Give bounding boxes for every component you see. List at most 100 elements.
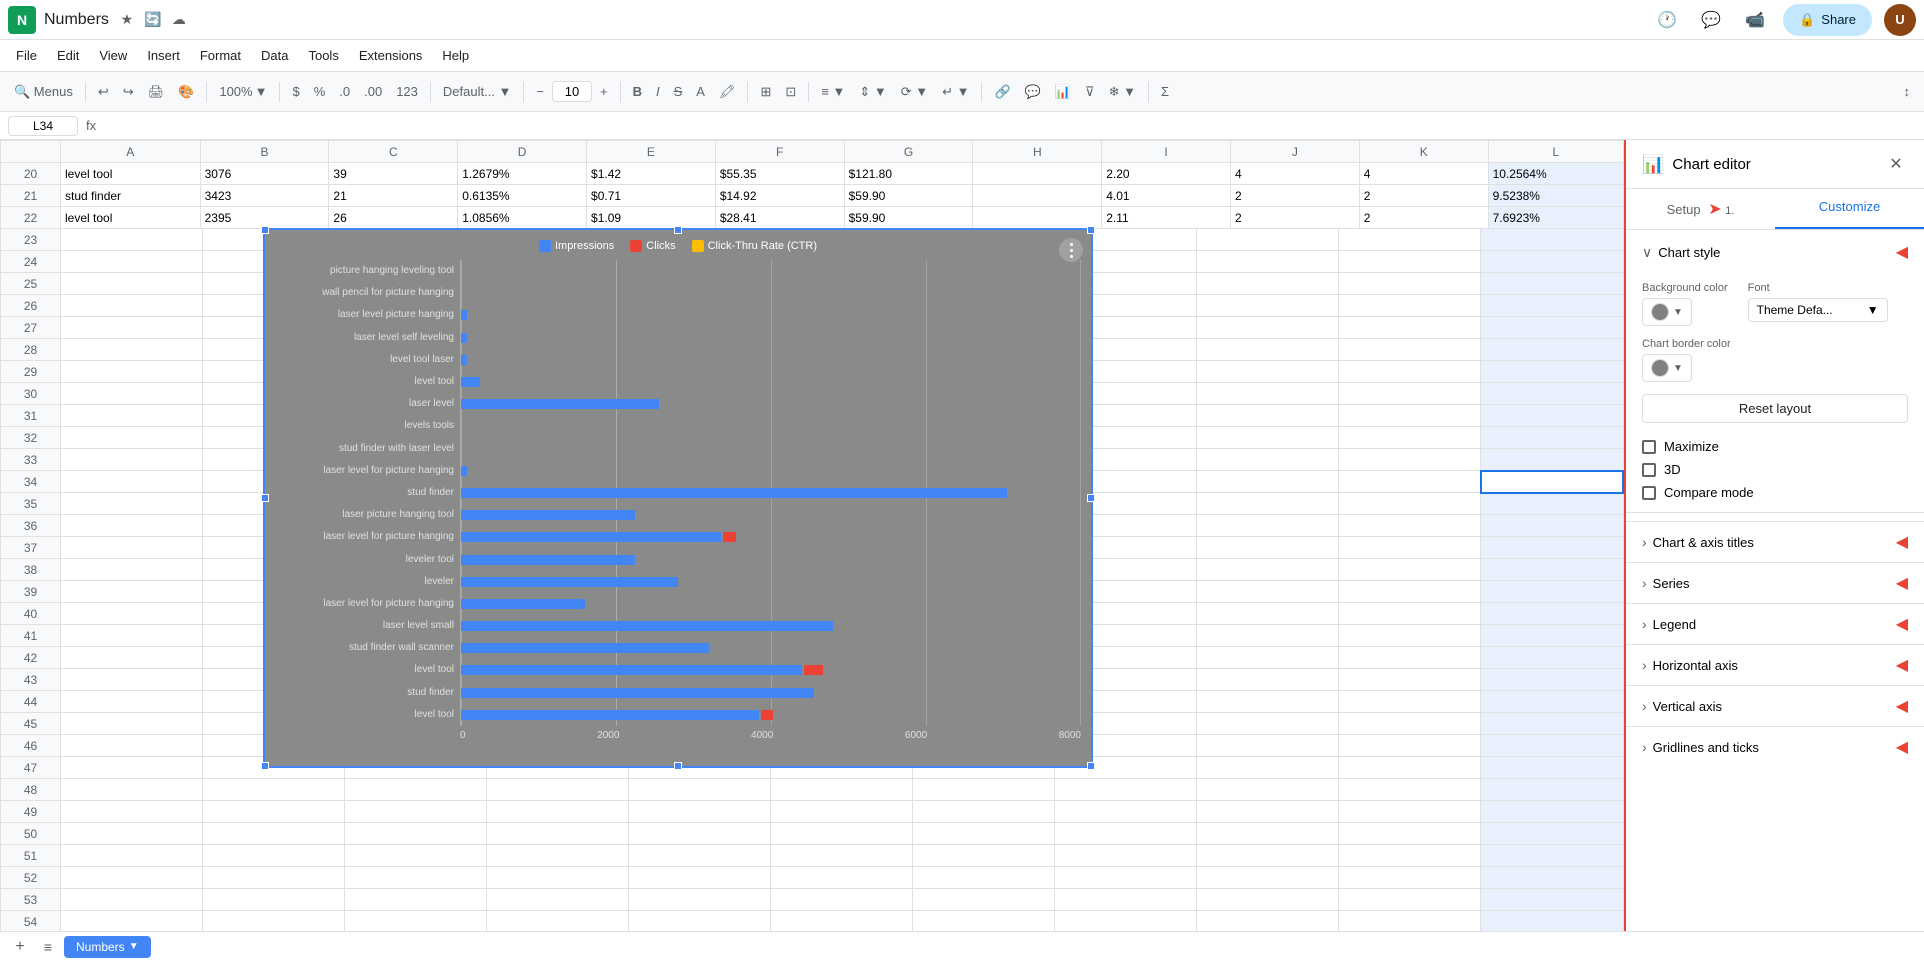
chart-more-button[interactable]: [1059, 238, 1083, 262]
star-icon[interactable]: ★: [117, 10, 137, 30]
menu-help[interactable]: Help: [434, 44, 477, 67]
hide-controls-button[interactable]: ↕: [1898, 80, 1917, 103]
col-header-G[interactable]: G: [844, 141, 973, 163]
link-button[interactable]: 🔗: [988, 80, 1016, 104]
chart-border-color-button[interactable]: ▼: [1642, 354, 1692, 382]
gridlines-ticks-section[interactable]: › Gridlines and ticks ◀: [1626, 726, 1924, 767]
history-icon[interactable]: 🔄: [143, 10, 163, 30]
legend-section[interactable]: › Legend ◀: [1626, 603, 1924, 644]
bg-color-button[interactable]: ▼: [1642, 298, 1692, 326]
chart-style-header[interactable]: ∨ Chart style ◀: [1642, 242, 1908, 262]
menu-view[interactable]: View: [91, 44, 135, 67]
avatar[interactable]: U: [1884, 4, 1916, 36]
tab-setup[interactable]: Setup ➤ 1.: [1626, 189, 1775, 229]
text-rotate-button[interactable]: ⟳ ▼: [895, 80, 934, 104]
resize-handle-bm[interactable]: [674, 762, 682, 770]
sheet-tab-numbers[interactable]: Numbers ▼: [64, 936, 151, 958]
video-icon[interactable]: 📹: [1739, 4, 1771, 36]
font-size-input[interactable]: 10: [552, 81, 592, 102]
filter-button[interactable]: ⊽: [1079, 80, 1101, 104]
menu-insert[interactable]: Insert: [139, 44, 188, 67]
italic-button[interactable]: I: [650, 80, 666, 103]
activity-icon[interactable]: 🕐: [1651, 4, 1683, 36]
zoom-button[interactable]: 100% ▼: [213, 80, 273, 103]
strikethrough-button[interactable]: S: [668, 80, 689, 103]
resize-handle-ml[interactable]: [261, 494, 269, 502]
borders-button[interactable]: ⊞: [754, 80, 777, 104]
print-button[interactable]: 🖨: [142, 80, 171, 104]
col-header-L[interactable]: L: [1488, 141, 1623, 163]
col-header-A[interactable]: A: [61, 141, 201, 163]
chart-label-10: stud finder: [275, 487, 454, 499]
valign-button[interactable]: ⇕ ▼: [853, 80, 892, 104]
menu-tools[interactable]: Tools: [300, 44, 346, 67]
menu-data[interactable]: Data: [253, 44, 296, 67]
sum-button[interactable]: Σ: [1155, 80, 1175, 103]
merge-button[interactable]: ⊡: [779, 80, 802, 104]
col-header-J[interactable]: J: [1231, 141, 1360, 163]
chart-button[interactable]: 📊: [1049, 80, 1077, 104]
font-size-inc-button[interactable]: +: [594, 80, 614, 103]
redo-button[interactable]: ↪: [117, 80, 140, 104]
decimal-dec-button[interactable]: .0: [333, 80, 356, 103]
sheet-list-button[interactable]: ≡: [36, 935, 60, 959]
menu-format[interactable]: Format: [192, 44, 249, 67]
col-header-I[interactable]: I: [1102, 141, 1231, 163]
chart-axis-titles-section[interactable]: › Chart & axis titles ◀: [1626, 521, 1924, 562]
resize-handle-br[interactable]: [1087, 762, 1095, 770]
text-color-button[interactable]: A: [690, 80, 711, 103]
resize-handle-tr[interactable]: [1087, 226, 1095, 234]
reset-layout-button[interactable]: Reset layout: [1642, 394, 1908, 423]
col-header-H[interactable]: H: [973, 141, 1102, 163]
maximize-checkbox-row[interactable]: Maximize: [1626, 435, 1924, 458]
freeze-button[interactable]: ❄ ▼: [1103, 80, 1142, 104]
3d-checkbox[interactable]: [1642, 463, 1656, 477]
compare-mode-checkbox-row[interactable]: Compare mode: [1626, 481, 1924, 504]
paint-format-button[interactable]: 🎨: [172, 80, 200, 104]
percent-button[interactable]: %: [308, 80, 332, 103]
compare-mode-checkbox[interactable]: [1642, 486, 1656, 500]
font-size-dec-button[interactable]: −: [530, 80, 550, 103]
resize-handle-mr[interactable]: [1087, 494, 1095, 502]
chat-icon[interactable]: 💬: [1695, 4, 1727, 36]
resize-handle-tm[interactable]: [674, 226, 682, 234]
col-header-F[interactable]: F: [715, 141, 844, 163]
resize-handle-bl[interactable]: [261, 762, 269, 770]
bold-button[interactable]: B: [627, 80, 648, 103]
cloud-icon[interactable]: ☁: [169, 10, 189, 30]
more-formats-button[interactable]: 123: [390, 80, 424, 103]
align-button[interactable]: ≡ ▼: [815, 80, 851, 103]
menus-button[interactable]: 🔍 Menus: [8, 80, 79, 104]
decimal-inc-button[interactable]: .00: [358, 80, 388, 103]
spreadsheet[interactable]: A B C D E F G H I J K L 20 level tool: [0, 140, 1624, 931]
add-sheet-button[interactable]: +: [8, 935, 32, 959]
col-header-E[interactable]: E: [587, 141, 716, 163]
toolbar: 🔍 Menus ↩ ↪ 🖨 🎨 100% ▼ $ % .0 .00 123 De…: [0, 72, 1924, 112]
menu-extensions[interactable]: Extensions: [351, 44, 431, 67]
font-select-dropdown[interactable]: Theme Defa... ▼: [1748, 298, 1888, 322]
resize-handle-tl[interactable]: [261, 226, 269, 234]
font-select[interactable]: Default... ▼: [437, 80, 518, 103]
col-header-B[interactable]: B: [200, 141, 329, 163]
undo-button[interactable]: ↩: [92, 80, 115, 104]
col-header-C[interactable]: C: [329, 141, 458, 163]
col-header-K[interactable]: K: [1359, 141, 1488, 163]
menu-edit[interactable]: Edit: [49, 44, 87, 67]
chart-container[interactable]: Impressions Clicks Click-Thru Rate (CTR)…: [263, 228, 1093, 768]
highlight-button[interactable]: 🖍: [713, 80, 742, 104]
wrap-button[interactable]: ↵ ▼: [936, 80, 975, 104]
cell-reference[interactable]: L34: [8, 116, 78, 136]
panel-close-button[interactable]: ✕: [1884, 152, 1908, 176]
col-header-D[interactable]: D: [458, 141, 587, 163]
vertical-axis-section[interactable]: › Vertical axis ◀: [1626, 685, 1924, 726]
horizontal-axis-section[interactable]: › Horizontal axis ◀: [1626, 644, 1924, 685]
formula-input[interactable]: [104, 119, 1916, 133]
currency-button[interactable]: $: [286, 80, 305, 103]
share-button[interactable]: 🔒 Share: [1783, 4, 1872, 36]
menu-file[interactable]: File: [8, 44, 45, 67]
comment-button[interactable]: 💬: [1019, 80, 1047, 104]
maximize-checkbox[interactable]: [1642, 440, 1656, 454]
3d-checkbox-row[interactable]: 3D: [1626, 458, 1924, 481]
tab-customize[interactable]: Customize: [1775, 189, 1924, 229]
series-section[interactable]: › Series ◀: [1626, 562, 1924, 603]
